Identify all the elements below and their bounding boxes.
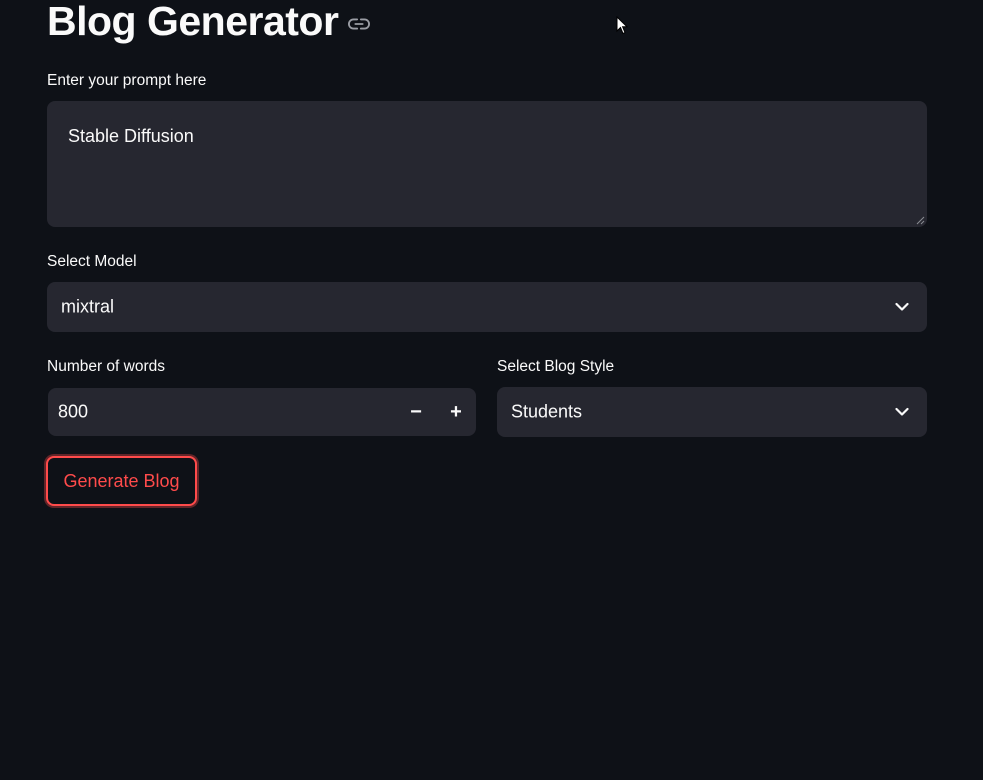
words-number-input[interactable]: 800 − + [48, 388, 476, 436]
page-header: Blog Generator [47, 0, 371, 46]
page-title: Blog Generator [47, 0, 339, 44]
link-icon[interactable] [348, 17, 371, 31]
app-page: Blog Generator Enter your prompt here St… [0, 0, 983, 780]
blog-style-value: Students [511, 401, 583, 422]
chevron-down-icon [895, 407, 909, 416]
decrement-button[interactable]: − [396, 388, 436, 436]
model-select[interactable]: mixtral [47, 282, 927, 332]
prompt-value: Stable Diffusion [68, 126, 194, 146]
model-label: Select Model [47, 253, 137, 270]
prompt-label: Enter your prompt here [47, 72, 207, 89]
generate-blog-button[interactable]: Generate Blog [46, 456, 197, 506]
increment-button[interactable]: + [436, 388, 476, 436]
blog-style-label: Select Blog Style [497, 358, 615, 375]
prompt-textarea[interactable]: Stable Diffusion [47, 101, 927, 227]
resize-grip-icon[interactable] [916, 216, 925, 225]
words-label: Number of words [47, 358, 166, 375]
blog-style-select[interactable]: Students [497, 387, 927, 437]
model-select-value: mixtral [61, 296, 114, 317]
mouse-cursor-icon [616, 16, 628, 35]
chevron-down-icon [895, 302, 909, 311]
words-value: 800 [58, 401, 89, 422]
